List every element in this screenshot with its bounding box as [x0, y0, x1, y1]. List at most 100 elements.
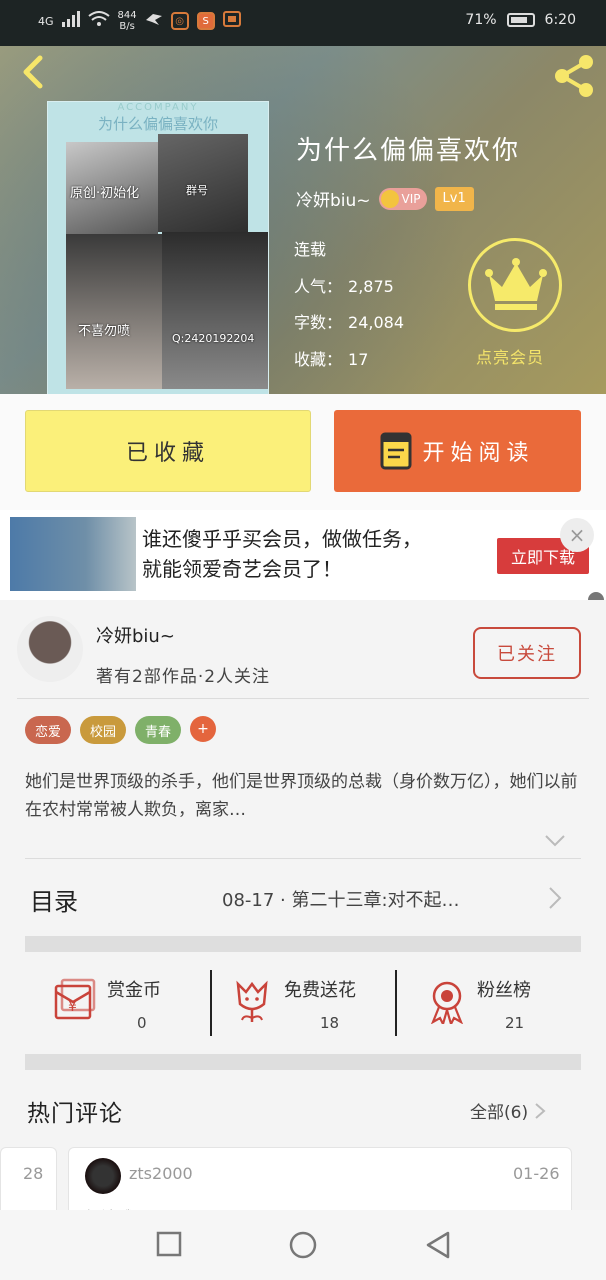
action-bar: 已收藏 开始阅读: [0, 394, 606, 510]
follow-button[interactable]: 已关注: [473, 627, 581, 679]
comment-card[interactable]: 28: [0, 1147, 57, 1217]
cover-header-en: ACCOMPANY: [117, 102, 199, 113]
tag-romance[interactable]: 恋爱: [25, 716, 72, 744]
crown-icon: [485, 258, 547, 310]
hot-comments-header: 热门评论 全部(6): [0, 1086, 606, 1136]
author-line: 冷妍biu~ VIP Lv1: [296, 186, 474, 211]
comment-date: 01-26: [513, 1164, 560, 1183]
svg-text:¥: ¥: [68, 999, 77, 1015]
table-of-contents-row[interactable]: 目录 08-17 · 第二十三章:对不起…: [0, 858, 606, 938]
latest-chapter: 08-17 · 第二十三章:对不起…: [222, 890, 460, 911]
ad-close-button[interactable]: ×: [560, 518, 594, 552]
sogou-app-icon: S: [196, 12, 215, 30]
cover-tag: 原创·初始化: [70, 186, 140, 201]
cover-tag: 不喜勿喷: [78, 324, 131, 339]
system-nav-bar: [0, 1210, 606, 1280]
more-tags-button[interactable]: +: [190, 716, 217, 742]
tag-campus[interactable]: 校园: [80, 716, 127, 744]
ad-line-1: 谁还傻乎乎买会员，做做任务，: [142, 527, 422, 551]
commenter-avatar[interactable]: [85, 1158, 121, 1194]
wifi-icon: [87, 11, 110, 31]
network-type: 4G: [38, 14, 54, 28]
author-name[interactable]: 冷妍biu~: [296, 186, 371, 211]
reward-label: 免费送花: [284, 980, 356, 1001]
share-button[interactable]: [550, 52, 598, 100]
synopsis: 她们是世界顶级的杀手，他们是世界顶级的总裁（身价数万亿），她们以前在农村常常被人…: [25, 772, 578, 820]
cover-tag: Q:2420192204: [172, 332, 255, 345]
ad-image: [10, 517, 136, 591]
circle-icon: [289, 1231, 317, 1259]
square-icon: [156, 1231, 182, 1257]
ad-banner[interactable]: 谁还傻乎乎买会员，做做任务， 就能领爱奇艺会员了！ 立即下载 ×: [0, 510, 606, 608]
flower-icon: [236, 980, 268, 1022]
battery-percent: 71%: [465, 12, 497, 28]
ad-line-2: 就能领爱奇艺会员了！: [142, 557, 342, 581]
reward-label: 粉丝榜: [477, 980, 531, 1001]
section-separator: [25, 936, 581, 952]
start-reading-button[interactable]: 开始阅读: [334, 410, 581, 492]
author-profile-name[interactable]: 冷妍biu~: [96, 622, 175, 648]
net-speed-value: 844: [117, 10, 137, 21]
commenter-name[interactable]: zts2000: [129, 1164, 193, 1183]
comment-card[interactable]: zts2000 01-26 加油哦: [68, 1147, 572, 1217]
bird-app-icon: [145, 12, 163, 30]
medal-icon: [431, 981, 463, 1024]
genre-tags: 恋爱 校园 青春 +: [25, 716, 217, 744]
author-meta: 著有2部作品·2人关注: [96, 667, 271, 687]
free-flower-button[interactable]: 免费送花 18: [212, 952, 396, 1054]
chevron-right-icon: [534, 1103, 546, 1119]
reward-label: 赏金币: [107, 980, 161, 1001]
hot-comments-title: 热门评论: [27, 1101, 123, 1127]
triangle-back-icon: [426, 1231, 450, 1259]
back-button[interactable]: [14, 52, 54, 92]
book-icon: [380, 432, 412, 470]
vip-badge: VIP: [378, 187, 427, 210]
word-count-label: 字数：: [294, 313, 343, 332]
author-avatar[interactable]: [17, 616, 83, 682]
reward-value: 21: [505, 1014, 525, 1032]
word-count-value: 24,084: [348, 313, 404, 332]
favorites-label: 收藏：: [294, 349, 343, 369]
book-stats: 连载 人气： 2,875 字数： 24,084 收藏： 17: [294, 232, 404, 378]
grid-app-icon: [222, 11, 241, 31]
reward-coins-button[interactable]: ¥ 赏金币 0: [25, 952, 210, 1054]
clock: 6:20: [544, 12, 576, 28]
vip-promo-button[interactable]: [468, 238, 562, 332]
fan-ranking-button[interactable]: 粉丝榜 21: [397, 952, 581, 1054]
recents-button[interactable]: [155, 1230, 183, 1262]
cover-tag: 群号: [186, 184, 208, 197]
book-header: ACCOMPANY 为什么偏偏喜欢你 原创·初始化 不喜勿喷 群号 Q:2420…: [0, 46, 606, 394]
back-nav-button[interactable]: [424, 1230, 452, 1264]
popularity-label: 人气：: [294, 276, 343, 296]
vip-promo-label[interactable]: 点亮会员: [476, 344, 544, 368]
reward-value: 18: [320, 1014, 340, 1032]
popularity-value: 2,875: [348, 276, 394, 296]
crown-icon: [380, 189, 399, 208]
serial-status: 连载: [294, 240, 327, 259]
book-cover[interactable]: ACCOMPANY 为什么偏偏喜欢你 原创·初始化 不喜勿喷 群号 Q:2420…: [47, 101, 269, 394]
divider: [17, 698, 589, 699]
book-title: 为什么偏偏喜欢你: [296, 136, 521, 166]
red-envelope-icon: ¥: [54, 978, 96, 1020]
chevron-left-icon: [23, 55, 43, 89]
book-info: 冷妍biu~ 著有2部作品·2人关注 已关注 恋爱 校园 青春 + 她们是世界顶…: [0, 600, 606, 940]
tag-youth[interactable]: 青春: [135, 716, 182, 744]
start-reading-label: 开始阅读: [422, 441, 535, 466]
home-button[interactable]: [288, 1230, 318, 1264]
reward-value: 0: [137, 1014, 147, 1032]
net-speed-unit: B/s: [119, 21, 135, 32]
all-comments-link[interactable]: 全部(6): [470, 1098, 546, 1123]
section-separator: [25, 1054, 581, 1070]
share-icon: [555, 55, 593, 97]
favorites-value: 17: [348, 349, 369, 369]
net-speed: 844 B/s: [118, 10, 137, 32]
chevron-down-icon[interactable]: [544, 834, 566, 848]
rewards-bar: ¥ 赏金币 0 免费送花 18 粉丝榜 21: [25, 952, 581, 1054]
camera-app-icon: ◎: [170, 12, 189, 30]
status-bar: 4G 844 B/s ◎ S 71% 6:20: [0, 0, 606, 46]
level-badge: Lv1: [434, 186, 474, 211]
battery-icon: [506, 13, 535, 27]
cover-header-cn: 为什么偏偏喜欢你: [97, 115, 218, 133]
collected-button[interactable]: 已收藏: [25, 410, 311, 492]
signal-icon: [61, 11, 80, 31]
